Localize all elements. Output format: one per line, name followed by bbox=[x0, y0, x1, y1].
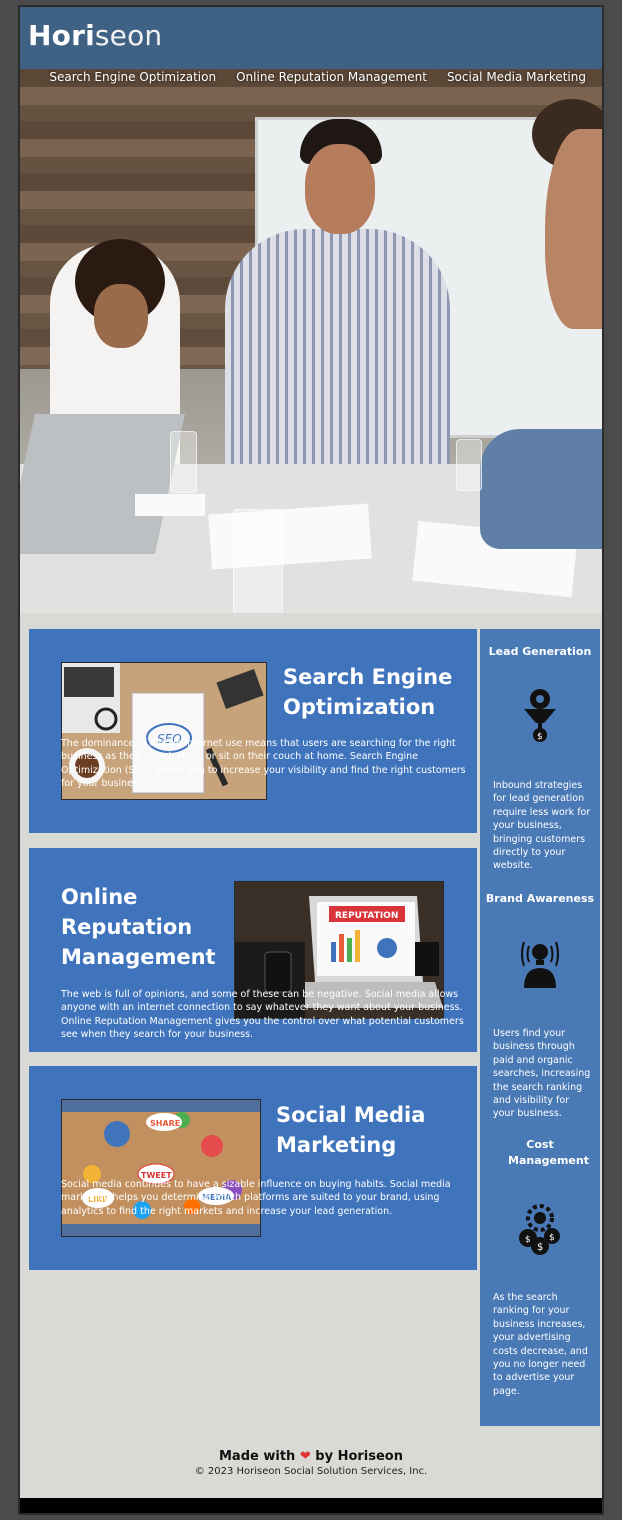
section-smm: TWEET LIKE SHARE MEDIA Social Media Mark… bbox=[29, 1066, 477, 1270]
lightbulb-person-icon bbox=[518, 934, 562, 990]
svg-text:$: $ bbox=[549, 1233, 555, 1243]
benefit-lead-title: Lead Generation bbox=[488, 645, 592, 658]
orm-body: The web is full of opinions, and some of… bbox=[61, 989, 464, 1041]
svg-text:$: $ bbox=[537, 732, 543, 742]
site-logo[interactable]: Horiseon bbox=[28, 19, 162, 52]
reputation-label: REPUTATION bbox=[335, 911, 398, 921]
logo-accent: seon bbox=[94, 19, 163, 52]
benefit-lead-text: Inbound strategies for lead generation r… bbox=[493, 780, 591, 872]
orm-title: Online Reputation Management bbox=[61, 885, 216, 969]
benefit-brand-text: Users find your business through paid an… bbox=[493, 1028, 591, 1120]
logo-main: Hori bbox=[28, 19, 95, 52]
footer-made-suffix: by Horiseon bbox=[315, 1449, 403, 1464]
footer-made-prefix: Made with bbox=[219, 1449, 296, 1464]
svg-text:$: $ bbox=[537, 1242, 543, 1253]
dollar-gear-icon: $ $ $ bbox=[518, 1200, 562, 1256]
footer-made-with: Made with ❤ by Horiseon bbox=[20, 1449, 602, 1464]
nav-link-orm[interactable]: Online Reputation Management bbox=[236, 65, 427, 89]
bottom-bar bbox=[20, 1498, 602, 1513]
main-nav: Search Engine Optimization Online Reputa… bbox=[20, 65, 602, 89]
section-orm: Online Reputation Management REPUTATION … bbox=[29, 848, 477, 1052]
nav-link-smm[interactable]: Social Media Marketing bbox=[447, 65, 586, 89]
footer-copyright: © 2023 Horiseon Social Solution Services… bbox=[194, 1466, 428, 1477]
seo-body: The dominance of mobile internet use mea… bbox=[61, 738, 466, 790]
smm-body: Social media continues to have a sizable… bbox=[61, 1179, 451, 1217]
benefits-sidebar: Lead Generation $ Inbound strategies for… bbox=[480, 629, 600, 1426]
section-seo: SEO Search Engine Optimization The domin… bbox=[29, 629, 477, 833]
benefit-cost-text: As the search ranking for your business … bbox=[493, 1292, 588, 1397]
seo-title: Search Engine Optimization bbox=[283, 665, 453, 719]
benefit-cost-title: Cost Management bbox=[508, 1138, 589, 1167]
nav-link-seo[interactable]: Search Engine Optimization bbox=[49, 65, 216, 89]
heart-icon: ❤ bbox=[299, 1449, 311, 1464]
svg-text:$: $ bbox=[525, 1235, 531, 1245]
smm-title: Social Media Marketing bbox=[276, 1103, 426, 1157]
hero-image bbox=[20, 69, 602, 613]
social-label-share: SHARE bbox=[150, 1119, 180, 1128]
page-container: Horiseon Search Engine Optimization Onli… bbox=[18, 5, 604, 1515]
funnel-dollar-icon: $ bbox=[518, 687, 562, 743]
site-header: Horiseon bbox=[20, 7, 602, 69]
benefit-brand-title: Brand Awareness bbox=[485, 892, 595, 905]
